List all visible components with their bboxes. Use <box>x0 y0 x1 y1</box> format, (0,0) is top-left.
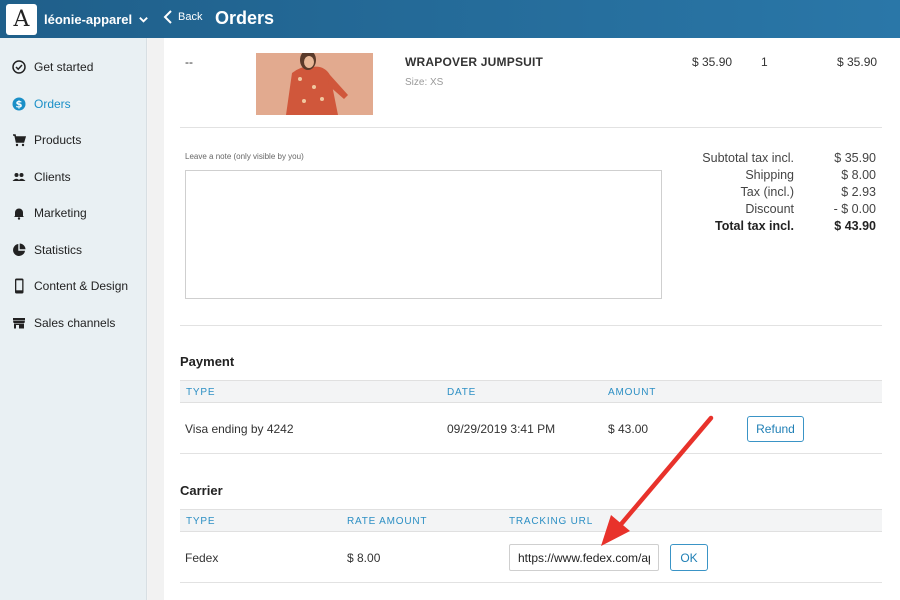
item-ref: -- <box>185 55 193 69</box>
total-value: - $ 0.00 <box>833 202 876 216</box>
product-size: Size: XS <box>405 77 444 88</box>
note-label: Leave a note (only visible by you) <box>185 152 304 161</box>
sidebar-item-marketing[interactable]: Marketing <box>0 195 146 232</box>
payment-table-header: TYPE DATE AMOUNT <box>180 380 882 403</box>
total-label: Total tax incl. <box>715 219 794 233</box>
tax-row: Tax (incl.) $ 2.93 <box>664 184 876 201</box>
divider <box>180 127 882 128</box>
store-icon <box>12 316 26 330</box>
column-header: TYPE <box>186 516 216 527</box>
total-value: $ 8.00 <box>841 168 876 182</box>
sidebar-item-label: Get started <box>34 60 94 75</box>
dollar-circle-icon: $ <box>12 97 26 111</box>
check-circle-icon <box>12 60 26 74</box>
sidebar-item-clients[interactable]: Clients <box>0 159 146 196</box>
cart-icon <box>12 133 26 147</box>
payment-type: Visa ending by 4242 <box>185 422 294 436</box>
top-bar: A léonie-apparel Back Orders <box>0 0 900 38</box>
chevron-left-icon <box>163 10 172 24</box>
subtotal-row: Subtotal tax incl. $ 35.90 <box>664 150 876 167</box>
sidebar-item-orders[interactable]: $ Orders <box>0 86 146 123</box>
payment-date: 09/29/2019 3:41 PM <box>447 422 556 436</box>
carrier-table-header: TYPE RATE AMOUNT TRACKING URL <box>180 509 882 532</box>
carrier-title: Carrier <box>180 483 223 498</box>
page-title: Orders <box>215 8 275 28</box>
store-logo: A <box>6 3 37 35</box>
order-detail-panel: -- WRAPOVER JUMPSUIT Size: XS $ 35.90 1 … <box>164 38 900 600</box>
tracking-url-input[interactable] <box>509 544 659 571</box>
product-name[interactable]: WRAPOVER JUMPSUIT <box>405 55 543 69</box>
total-value: $ 2.93 <box>841 185 876 199</box>
back-label: Back <box>178 11 203 23</box>
total-label: Shipping <box>745 168 794 182</box>
sidebar-item-label: Marketing <box>34 206 87 221</box>
svg-text:$: $ <box>16 99 23 110</box>
column-header: TRACKING URL <box>509 516 594 527</box>
grand-total-row: Total tax incl. $ 43.90 <box>664 218 876 235</box>
back-button[interactable]: Back <box>163 10 202 24</box>
sidebar-item-label: Content & Design <box>34 279 129 294</box>
store-name[interactable]: léonie-apparel <box>44 12 132 27</box>
content-gutter <box>148 38 164 600</box>
shipping-row: Shipping $ 8.00 <box>664 167 876 184</box>
order-totals: Subtotal tax incl. $ 35.90 Shipping $ 8.… <box>664 150 876 235</box>
carrier-rate: $ 8.00 <box>347 551 381 565</box>
payment-amount: $ 43.00 <box>608 422 649 436</box>
product-image[interactable] <box>256 53 373 115</box>
carrier-type: Fedex <box>185 551 219 565</box>
tracking-ok-button[interactable]: OK <box>670 544 708 571</box>
refund-button[interactable]: Refund <box>747 416 804 442</box>
mobile-phone-icon <box>12 278 26 294</box>
discount-row: Discount - $ 0.00 <box>664 201 876 218</box>
column-header: RATE AMOUNT <box>347 516 428 527</box>
column-header: TYPE <box>186 387 216 398</box>
sidebar-item-get-started[interactable]: Get started <box>0 49 146 86</box>
divider <box>180 453 882 454</box>
total-value: $ 35.90 <box>834 151 876 165</box>
divider <box>180 582 882 583</box>
sidebar-item-sales-channels[interactable]: Sales channels <box>0 305 146 342</box>
sidebar-item-label: Orders <box>34 96 71 111</box>
sidebar-item-content-design[interactable]: Content & Design <box>0 268 146 305</box>
quantity: 1 <box>761 55 768 69</box>
total-value: $ 43.90 <box>834 219 876 233</box>
product-photo-icon <box>256 53 373 115</box>
column-header: AMOUNT <box>608 387 657 398</box>
payment-title: Payment <box>180 354 235 369</box>
sidebar-item-label: Sales channels <box>34 315 116 330</box>
sidebar: Get started $ Orders Products Clients Ma… <box>0 38 147 600</box>
sidebar-item-label: Products <box>34 133 82 148</box>
bell-icon <box>12 206 26 220</box>
sidebar-item-statistics[interactable]: Statistics <box>0 232 146 269</box>
sidebar-item-label: Clients <box>34 169 71 184</box>
divider <box>180 325 882 326</box>
total-label: Subtotal tax incl. <box>702 151 794 165</box>
note-textarea[interactable] <box>185 170 662 299</box>
total-label: Discount <box>745 202 794 216</box>
sidebar-item-label: Statistics <box>34 242 83 257</box>
pie-chart-icon <box>12 243 26 257</box>
line-total: $ 35.90 <box>837 55 878 69</box>
store-switcher[interactable]: A léonie-apparel <box>6 3 149 35</box>
column-header: DATE <box>447 387 477 398</box>
sidebar-item-products[interactable]: Products <box>0 122 146 159</box>
total-label: Tax (incl.) <box>740 185 794 199</box>
chevron-down-icon[interactable] <box>138 14 149 25</box>
people-icon <box>12 170 26 184</box>
unit-price: $ 35.90 <box>692 55 733 69</box>
